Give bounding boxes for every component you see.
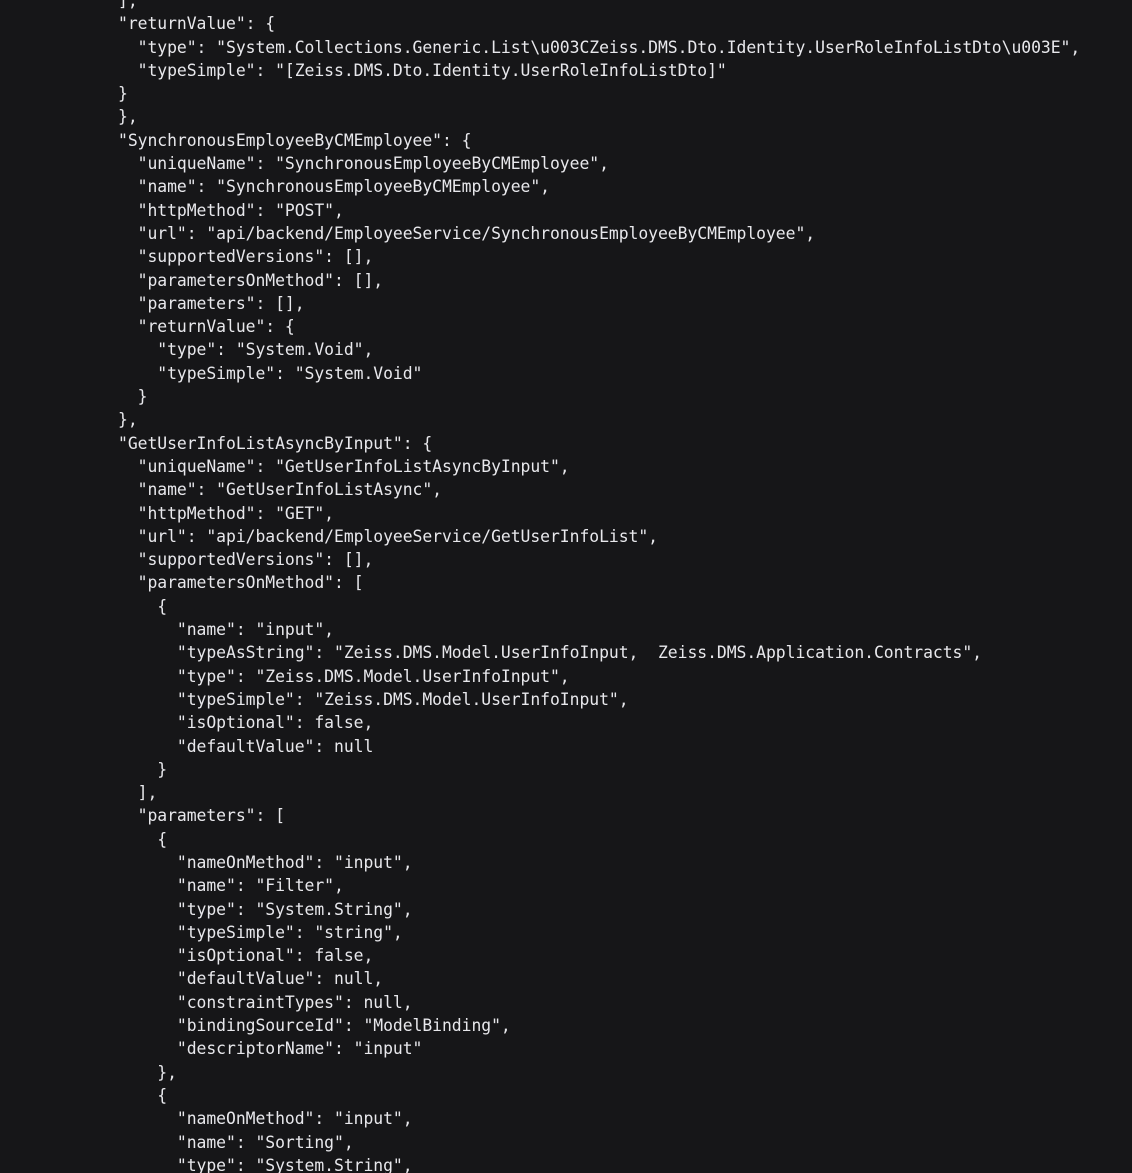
code-line: }	[118, 387, 148, 407]
code-line: "parameters": [],	[118, 293, 305, 313]
code-line: "defaultValue": null	[118, 736, 374, 756]
code-line: "isOptional": false,	[118, 946, 374, 966]
code-line: "typeAsString": "Zeiss.DMS.Model.UserInf…	[118, 643, 982, 663]
code-line: "type": "System.Collections.Generic.List…	[118, 37, 1081, 57]
code-line: {	[118, 596, 168, 616]
code-line: "name": "SynchronousEmployeeByCMEmployee…	[118, 177, 550, 197]
code-line: "typeSimple": "string",	[118, 922, 403, 942]
code-line: "uniqueName": "GetUserInfoListAsyncByInp…	[118, 456, 570, 476]
code-line: "GetUserInfoListAsyncByInput": {	[118, 433, 433, 453]
code-line: "defaultValue": null,	[118, 969, 384, 989]
code-line: "SynchronousEmployeeByCMEmployee": {	[118, 130, 472, 150]
code-line: "typeSimple": "[Zeiss.DMS.Dto.Identity.U…	[118, 60, 727, 80]
code-line: "bindingSourceId": "ModelBinding",	[118, 1016, 511, 1036]
code-line: "type": "System.String",	[118, 1155, 413, 1173]
code-line: "name": "Sorting",	[118, 1132, 354, 1152]
code-line: "type": "System.Void",	[118, 340, 374, 360]
code-line: },	[118, 1062, 177, 1082]
code-line: "supportedVersions": [],	[118, 247, 374, 267]
code-line: "nameOnMethod": "input",	[118, 852, 413, 872]
code-line: "httpMethod": "GET",	[118, 503, 334, 523]
code-line: "returnValue": {	[118, 14, 276, 34]
code-line: "typeSimple": "Zeiss.DMS.Model.UserInfoI…	[118, 689, 629, 709]
code-line: }	[118, 84, 128, 104]
code-line: "type": "Zeiss.DMS.Model.UserInfoInput",	[118, 666, 570, 686]
code-line: "parameters": [	[118, 806, 285, 826]
code-line: "name": "GetUserInfoListAsync",	[118, 480, 442, 500]
code-line: },	[118, 410, 138, 430]
code-line: }	[118, 759, 168, 779]
code-line: "name": "input",	[118, 620, 334, 640]
code-line: "descriptorName": "input"	[118, 1039, 423, 1059]
code-line: ],	[118, 0, 138, 10]
json-code-block: ], "returnValue": { "type": "System.Colle…	[0, 0, 1132, 1173]
code-line: "nameOnMethod": "input",	[118, 1109, 413, 1129]
json-source-viewer[interactable]: ], "returnValue": { "type": "System.Colle…	[0, 0, 1132, 1173]
code-line: "type": "System.String",	[118, 899, 413, 919]
code-line: "isOptional": false,	[118, 713, 374, 733]
code-line: "returnValue": {	[118, 317, 295, 337]
code-line: "supportedVersions": [],	[118, 550, 374, 570]
code-line: "parametersOnMethod": [	[118, 573, 364, 593]
code-line: "parametersOnMethod": [],	[118, 270, 384, 290]
code-line: },	[118, 107, 138, 127]
code-line: {	[118, 1085, 168, 1105]
code-line: {	[118, 829, 168, 849]
code-line: "httpMethod": "POST",	[118, 200, 344, 220]
code-line: "name": "Filter",	[118, 876, 344, 896]
code-line: "url": "api/backend/EmployeeService/Sync…	[118, 223, 816, 243]
code-line: "constraintTypes": null,	[118, 992, 413, 1012]
code-line: "typeSimple": "System.Void"	[118, 363, 423, 383]
code-line: "uniqueName": "SynchronousEmployeeByCMEm…	[118, 154, 609, 174]
code-line: ],	[118, 783, 158, 803]
code-line: "url": "api/backend/EmployeeService/GetU…	[118, 526, 658, 546]
